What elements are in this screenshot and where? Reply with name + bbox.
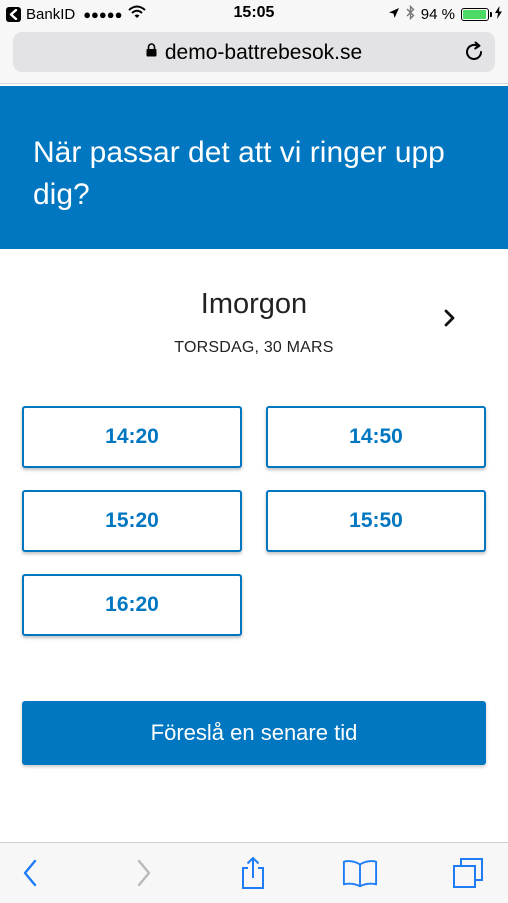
address-bar[interactable]: demo-battrebesok.se	[13, 32, 495, 72]
chevron-right-icon	[444, 309, 455, 327]
book-icon	[342, 860, 378, 888]
browser-forward-button[interactable]	[126, 855, 162, 891]
url-text[interactable]: demo-battrebesok.se	[165, 41, 362, 64]
next-day-button[interactable]	[437, 305, 463, 331]
time-slot-button[interactable]: 14:50	[266, 406, 486, 468]
tabs-button[interactable]	[450, 855, 486, 891]
page-title: När passar det att vi ringer upp dig?	[33, 136, 445, 211]
suggest-later-time-button[interactable]: Föreslå en senare tid	[22, 701, 486, 765]
location-arrow-icon	[388, 6, 400, 23]
charging-bolt-icon	[495, 5, 502, 23]
tabs-icon	[453, 858, 483, 888]
chevron-left-icon	[23, 859, 37, 887]
battery-icon	[461, 7, 492, 21]
day-date: TORSDAG, 30 MARS	[174, 339, 334, 356]
time-slot-button[interactable]: 16:20	[22, 574, 242, 636]
address-text-container[interactable]: demo-battrebesok.se	[13, 41, 495, 65]
time-slot-button[interactable]: 14:20	[22, 406, 242, 468]
lock-icon	[146, 39, 157, 63]
battery-tip	[490, 11, 492, 17]
reload-icon[interactable]	[463, 41, 485, 68]
browser-toolbar	[0, 842, 508, 903]
time-slot-grid: 14:20 14:50 15:20 15:50 16:20	[22, 406, 486, 636]
battery-fill	[463, 9, 486, 19]
time-slot-button[interactable]: 15:20	[22, 490, 242, 552]
battery-percent: 94 %	[420, 5, 455, 23]
day-title: Imorgon	[200, 288, 308, 320]
chevron-right-icon	[137, 859, 151, 887]
browser-address-area: demo-battrebesok.se	[0, 28, 508, 84]
browser-back-button[interactable]	[12, 855, 48, 891]
time-slot-button[interactable]: 15:50	[266, 490, 486, 552]
share-button[interactable]	[235, 855, 271, 891]
status-bar: BankID ●●●●● 15:05 94 %	[0, 0, 508, 28]
bluetooth-icon	[406, 4, 415, 24]
page-header: När passar det att vi ringer upp dig?	[0, 86, 508, 249]
bookmarks-button[interactable]	[342, 855, 378, 891]
share-icon	[242, 856, 264, 889]
status-bar-right: 94 %	[382, 4, 502, 24]
